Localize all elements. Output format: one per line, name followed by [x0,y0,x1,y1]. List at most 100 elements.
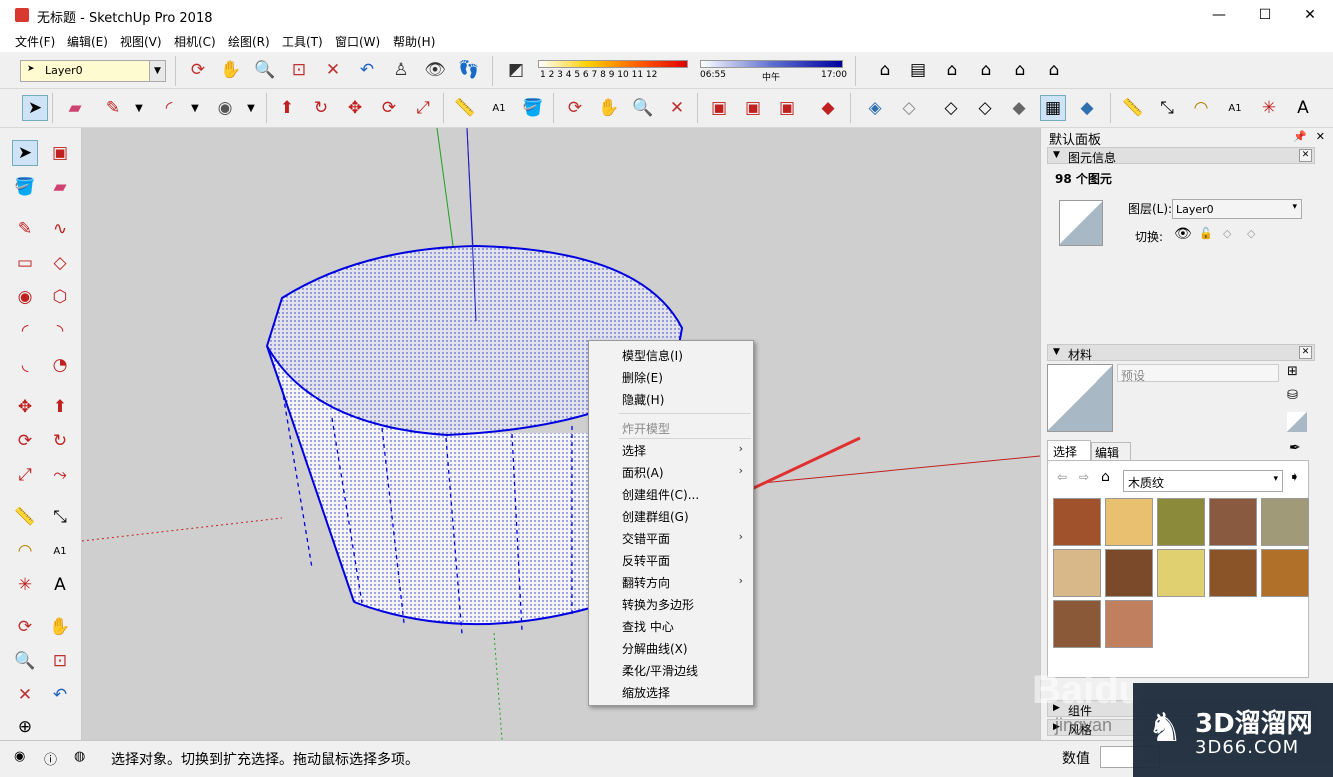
menu-tools[interactable]: 工具(T) [282,33,323,50]
eraser-icon[interactable]: ▰ [62,95,88,121]
material-swatch[interactable] [1157,498,1205,546]
tape-measure-icon[interactable]: 📏 [12,504,38,530]
circle-icon[interactable]: ◉ [12,284,38,310]
previous-view-icon[interactable]: ↶ [354,57,380,83]
zoom-extents-icon[interactable]: ✕ [664,95,690,121]
rotated-rectangle-icon[interactable]: ◇ [47,250,73,276]
look-around-icon[interactable]: 👁 [422,57,448,83]
menu-camera[interactable]: 相机(C) [174,33,216,50]
wireframe-icon[interactable]: ◇ [938,95,964,121]
forward-arrow-icon[interactable]: ⇨ [1079,470,1089,484]
ctx-flip-along[interactable]: 翻转方向 [622,574,670,591]
extension-warehouse-icon[interactable]: ▣ [740,95,766,121]
hidden-line-icon[interactable]: ◇ [972,95,998,121]
position-camera-icon[interactable]: ♙ [388,57,414,83]
pan-icon[interactable]: ✋ [218,57,244,83]
follow-me-icon[interactable]: ↻ [47,428,73,454]
back-edges-icon[interactable]: ◇ [896,95,922,121]
visibility-eye-icon[interactable]: 👁 [1174,226,1192,242]
offset-icon[interactable]: ⤳ [47,462,73,488]
follow-me-icon[interactable]: ↻ [308,95,334,121]
zoom-extents-icon[interactable]: ✕ [12,682,38,708]
geo-location-icon[interactable]: ◉ [14,749,25,764]
tape-measure-icon[interactable]: 📏 [452,95,478,121]
paint-bucket-icon[interactable]: 🪣 [12,174,38,200]
scale-icon[interactable]: ⤢ [410,95,436,121]
zoom-icon[interactable]: 🔍 [12,648,38,674]
ctx-convert-polygon[interactable]: 转换为多边形 [622,596,694,613]
default-material-swatch[interactable] [1287,412,1307,432]
time-slider[interactable] [700,60,843,68]
freehand-icon[interactable]: ∿ [47,216,73,242]
menu-edit[interactable]: 编辑(E) [67,33,108,50]
protractor-icon[interactable]: ◠ [12,538,38,564]
material-swatch[interactable] [1261,498,1309,546]
rectangle-icon[interactable]: ▭ [12,250,38,276]
create-material-icon[interactable]: ⊞ [1287,364,1298,379]
right-view-icon[interactable]: ⌂ [973,57,999,83]
walk-icon[interactable]: 👣 [456,57,482,83]
tab-select[interactable]: 选择 [1047,440,1091,460]
position-camera-icon[interactable]: ⊕ [12,714,38,740]
menu-file[interactable]: 文件(F) [15,33,55,50]
material-swatch[interactable] [1261,549,1309,597]
push-pull-icon[interactable]: ⬆ [274,95,300,121]
rotate-icon[interactable]: ⟳ [12,428,38,454]
ctx-zoom-selection[interactable]: 缩放选择 [622,684,670,701]
tape-measure-icon[interactable]: 📏 [1120,95,1146,121]
close-icon[interactable]: ✕ [1316,130,1325,143]
home-icon[interactable]: ⌂ [1101,469,1110,485]
orbit-icon[interactable]: ⟳ [185,57,211,83]
default-material-icon[interactable]: ⛁ [1287,388,1298,403]
material-swatch[interactable] [1053,600,1101,648]
ctx-reverse-faces[interactable]: 反转平面 [622,552,670,569]
menu-help[interactable]: 帮助(H) [393,33,435,50]
ctx-soften-edges[interactable]: 柔化/平滑边线 [622,662,698,679]
zoom-extents-icon[interactable]: ✕ [320,57,346,83]
select-tool-icon[interactable]: ➤ [22,95,48,121]
ctx-area[interactable]: 面积(A) [622,464,664,481]
arc-icon[interactable]: ◜ [12,318,38,344]
ctx-find-center[interactable]: 查找 中心 [622,618,674,635]
text-label-icon[interactable]: A1 [47,538,73,564]
material-swatch[interactable] [1105,549,1153,597]
ruby-console-icon[interactable]: ◆ [815,95,841,121]
two-point-arc-icon[interactable]: ◝ [47,318,73,344]
eyedropper-icon[interactable]: ✒ [1289,440,1301,456]
material-swatch[interactable] [1157,549,1205,597]
menu-draw[interactable]: 绘图(R) [228,33,270,50]
paint-bucket-icon[interactable]: 🪣 [520,95,546,121]
circle-icon[interactable]: ◉ [212,95,238,121]
pan-icon[interactable]: ✋ [47,614,73,640]
text-label-icon[interactable]: A1 [486,95,512,121]
3d-text-icon[interactable]: A [1290,95,1316,121]
close-icon[interactable]: ✕ [1299,149,1312,162]
ctx-intersect-faces[interactable]: 交错平面 [622,530,670,547]
entity-info-header[interactable]: ▼ 图元信息 ✕ [1047,147,1315,165]
zoom-icon[interactable]: 🔍 [630,95,656,121]
menu-view[interactable]: 视图(V) [120,33,162,50]
ctx-select[interactable]: 选择 [622,442,646,459]
shadow-toggle-icon[interactable]: ◩ [503,57,529,83]
left-view-icon[interactable]: ⌂ [1041,57,1067,83]
receive-shadow-icon[interactable]: ◇ [1223,227,1231,240]
close-icon[interactable]: ✕ [1299,346,1312,359]
month-slider[interactable] [538,60,688,68]
minimize-button[interactable]: — [1196,0,1242,30]
arc-icon[interactable]: ◜ [156,95,182,121]
front-view-icon[interactable]: ⌂ [939,57,965,83]
back-view-icon[interactable]: ⌂ [1007,57,1033,83]
orbit-icon[interactable]: ⟳ [562,95,588,121]
close-button[interactable]: ✕ [1287,0,1333,30]
ctx-make-component[interactable]: 创建组件(C)... [622,486,699,503]
axes-icon[interactable]: ✳ [1256,95,1282,121]
make-component-icon[interactable]: ▣ [47,140,73,166]
3d-text-icon[interactable]: A [47,572,73,598]
material-swatch[interactable] [1105,600,1153,648]
ctx-make-group[interactable]: 创建群组(G) [622,508,689,525]
line-icon[interactable]: ✎ [12,216,38,242]
material-swatch[interactable] [1053,498,1101,546]
dimension-icon[interactable]: ⤡ [1154,95,1180,121]
iso-view-icon[interactable]: ⌂ [872,57,898,83]
zoom-icon[interactable]: 🔍 [252,57,278,83]
